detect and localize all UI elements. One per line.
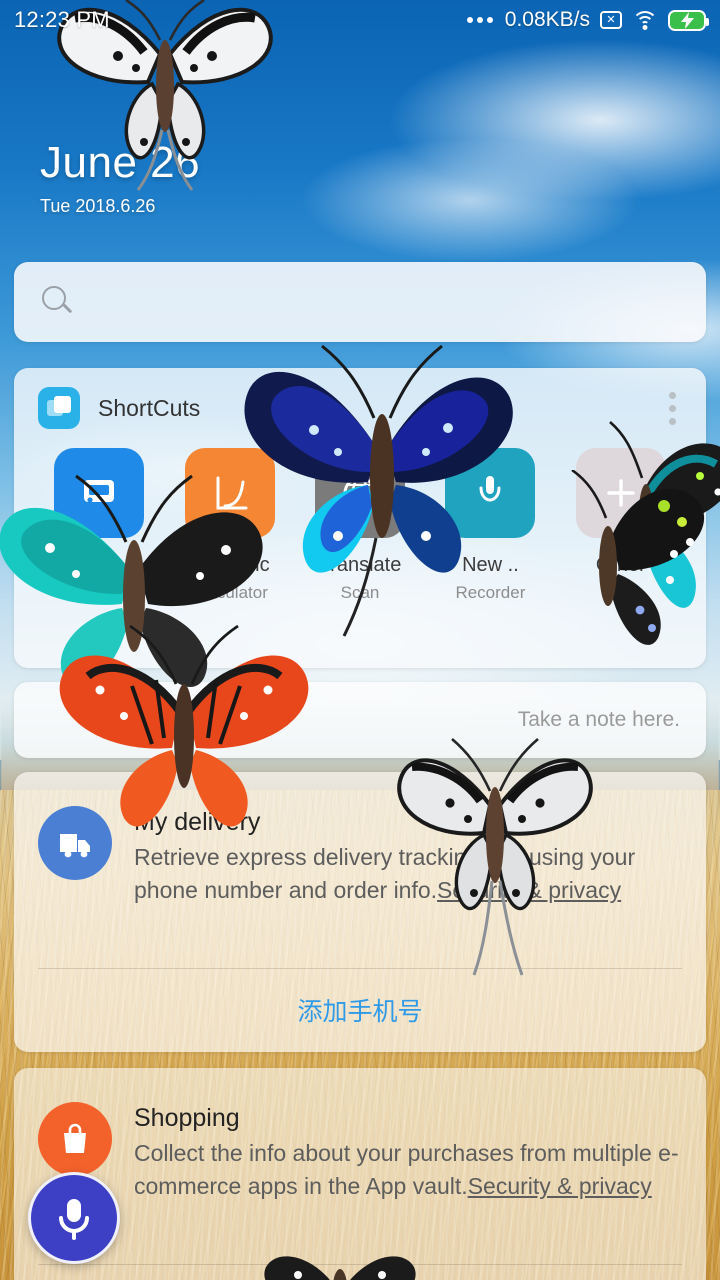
plus-glyph — [607, 479, 635, 507]
shortcut-label: Translate — [318, 554, 402, 576]
date-full-label: Tue 2018.6.26 — [40, 196, 156, 217]
status-bar: 12:23 PM 0.08KB/s ✕ — [0, 0, 720, 40]
globe-icon — [315, 448, 406, 538]
delivery-description: Retrieve express delivery tracking info … — [134, 841, 682, 908]
voice-assistant-button[interactable] — [28, 1172, 120, 1264]
shortcut-label: New .. — [462, 554, 519, 576]
recorder-icon — [445, 448, 536, 538]
sim-disabled-icon: ✕ — [600, 11, 622, 29]
shortcut-item-scientific-calculator[interactable]: Scientific Calculator — [164, 448, 294, 603]
shortcut-item-new-recorder[interactable]: New .. Recorder — [425, 448, 555, 603]
plus-icon — [575, 448, 666, 538]
charging-bolt-icon — [680, 11, 694, 29]
quick-note-card[interactable]: Take a note here. — [14, 682, 706, 758]
shortcut-sublabel: Calculator — [191, 583, 268, 602]
wifi-icon — [632, 10, 658, 30]
microphone-icon — [59, 1199, 89, 1240]
date-day-label: June 26 — [40, 138, 201, 187]
delivery-card: My delivery Retrieve express delivery tr… — [14, 772, 706, 1052]
shopping-title: Shopping — [134, 1104, 240, 1132]
status-bar-icons: 0.08KB/s ✕ — [466, 8, 709, 32]
shopping-info-row: Shopping Collect the info about your pur… — [14, 1068, 706, 1204]
shopping-bag-glyph — [64, 1123, 86, 1153]
shortcuts-title: ShortCuts — [98, 394, 201, 421]
shortcut-item-notes[interactable] — [34, 448, 164, 603]
notes-icon — [54, 448, 145, 538]
globe-glyph — [343, 476, 377, 510]
delivery-truck-icon — [38, 806, 112, 880]
note-placeholder-text: Take a note here. — [517, 708, 680, 731]
search-icon — [42, 286, 74, 318]
status-bar-clock: 12:23 PM — [14, 7, 110, 32]
recorder-glyph — [479, 476, 501, 502]
shortcut-item-other[interactable]: Other — [556, 448, 686, 603]
shopping-description: Collect the info about your purchases fr… — [134, 1137, 682, 1204]
network-speed-text: 0.08KB/s — [504, 8, 590, 31]
calculator-chart-glyph — [216, 476, 248, 510]
search-input[interactable] — [74, 290, 678, 314]
shopping-divider — [38, 1264, 682, 1265]
delivery-title: My delivery — [134, 808, 261, 836]
date-widget: June 26 Tue 2018.6.26 — [40, 138, 201, 217]
shortcut-sublabel: Recorder — [455, 583, 526, 602]
shortcut-label: Scientific — [189, 554, 270, 576]
shortcut-label: Other — [595, 554, 646, 576]
shopping-card: Shopping Collect the info about your pur… — [14, 1068, 706, 1280]
shortcuts-card: ShortCuts Scientific Calculator Translat… — [14, 368, 706, 668]
shopping-bag-icon — [38, 1102, 112, 1176]
shortcuts-grid: Scientific Calculator Translate Scan New… — [14, 448, 706, 603]
shortcuts-app-icon — [38, 387, 80, 429]
overflow-menu-icon[interactable] — [663, 386, 682, 431]
shortcut-item-translate-scan[interactable]: Translate Scan — [295, 448, 425, 603]
delivery-privacy-link[interactable]: Security & privacy — [437, 877, 621, 903]
delivery-text-block: My delivery Retrieve express delivery tr… — [112, 806, 682, 908]
shortcut-sublabel: Scan — [340, 583, 380, 602]
battery-charging-icon — [668, 9, 709, 31]
search-bar[interactable] — [14, 262, 706, 342]
more-dots-icon — [466, 17, 493, 23]
shortcuts-header: ShortCuts — [14, 368, 706, 448]
delivery-truck-glyph — [60, 834, 90, 858]
calculator-chart-icon — [184, 448, 275, 538]
add-phone-number-button[interactable]: 添加手机号 — [14, 969, 706, 1051]
notes-glyph — [84, 480, 115, 503]
shopping-privacy-link[interactable]: Security & privacy — [468, 1173, 652, 1199]
delivery-info-row: My delivery Retrieve express delivery tr… — [14, 772, 706, 908]
shopping-text-block: Shopping Collect the info about your pur… — [112, 1102, 682, 1204]
